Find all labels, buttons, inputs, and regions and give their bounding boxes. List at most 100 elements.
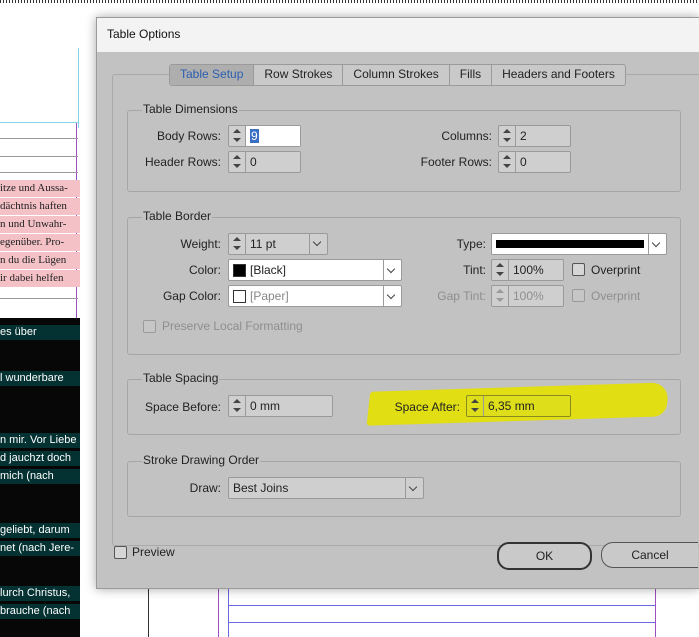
chevron-down-icon[interactable] [383,260,401,280]
space-before-stepper[interactable]: 0 mm [228,395,333,417]
header-rows-stepper[interactable]: 0 [228,151,301,173]
draw-value: Best Joins [233,481,289,495]
document-text: itze und Aussa- [0,182,68,194]
document-text: es über [0,325,80,340]
stepper-arrows-icon[interactable] [499,126,516,146]
footer-rows-value[interactable]: 0 [516,152,570,172]
space-after-stepper[interactable]: 6,35 mm [466,395,571,417]
columns-stepper[interactable]: 2 [498,125,571,147]
color-dropdown[interactable]: [Black] [228,259,402,281]
cancel-button[interactable]: Cancel [601,542,698,568]
stepper-arrows-icon[interactable] [492,260,509,280]
document-text: geliebt, darum [0,523,80,538]
stepper-arrows-icon[interactable] [492,286,509,306]
table-rule [0,138,78,139]
document-text: l wunderbare [0,371,80,386]
stepper-arrows-icon[interactable] [229,152,246,172]
group-legend: Table Spacing [142,371,220,385]
gap-overprint-checkbox[interactable] [572,289,585,302]
chevron-down-icon[interactable] [648,234,666,254]
tint-value[interactable]: 100% [509,260,563,280]
gap-overprint-label: Overprint [591,289,641,303]
table-rule [228,622,655,623]
body-rows-label: Body Rows: [156,129,221,143]
color-value: [Black] [250,263,287,277]
gap-color-swatch [233,289,246,303]
space-before-value[interactable]: 0 mm [246,396,332,416]
tint-stepper[interactable]: 100% [491,259,564,281]
document-text: egenüber. Pro- [0,236,65,248]
group-legend: Table Dimensions [142,102,239,116]
body-rows-value: 9 [250,129,259,143]
document-page-bottom [96,585,699,637]
type-label: Type: [456,237,486,251]
gap-tint-stepper[interactable]: 100% [491,285,564,307]
columns-value[interactable]: 2 [516,126,570,146]
type-dropdown[interactable] [491,233,667,255]
document-text: ir dabei helfen [0,272,64,284]
header-rows-label: Header Rows: [144,155,221,169]
document-text: dächtnis haften [0,200,67,212]
stepper-arrows-icon[interactable] [229,234,246,254]
chevron-down-icon[interactable] [309,234,327,254]
tint-label: Tint: [463,263,486,277]
tab-headers-and-footers[interactable]: Headers and Footers [491,65,625,85]
space-after-label: Space After: [394,400,460,414]
overprint-checkbox[interactable] [572,263,585,276]
body-rows-stepper[interactable]: 9 [228,125,301,147]
table-rule [0,172,78,173]
chevron-down-icon[interactable] [405,478,423,498]
document-text: mich (nach [0,469,80,484]
tab-fills[interactable]: Fills [448,65,491,85]
columns-label: Columns: [441,129,492,143]
margin-guide [655,585,656,637]
document-text: n und Unwahr- [0,218,67,230]
page-edge [148,585,149,637]
table-options-dialog: Table Options Table Setup Row Strokes Co… [96,17,699,589]
gap-tint-label: Gap Tint: [437,289,486,303]
footer-rows-stepper[interactable]: 0 [498,151,571,173]
group-legend: Table Border [142,209,213,223]
footer-rows-label: Footer Rows: [420,155,492,169]
stepper-arrows-icon[interactable] [229,126,246,146]
tab-row-strokes[interactable]: Row Strokes [253,65,342,85]
document-text: lurch Christus, [0,586,80,601]
guide-line [0,122,78,123]
dialog-title: Table Options [107,27,181,41]
weight-label: Weight: [180,237,221,251]
header-rows-value[interactable]: 0 [246,152,300,172]
gap-color-value: [Paper] [250,289,289,303]
overprint-label: Overprint [591,263,641,277]
document-text: net (nach Jere- [0,541,80,556]
weight-stepper[interactable]: 11 pt [228,233,328,255]
stepper-arrows-icon[interactable] [499,152,516,172]
solid-line-swatch [496,240,644,248]
space-after-value[interactable]: 6,35 mm [484,396,570,416]
weight-value[interactable]: 11 pt [246,234,309,254]
document-text: n mir. Vor Liebe [0,433,80,448]
table-rule [228,605,655,606]
space-before-label: Space Before: [144,400,221,414]
body-rows-field[interactable]: 9 [246,126,300,146]
group-legend: Stroke Drawing Order [142,453,261,467]
tab-table-setup[interactable]: Table Setup [170,65,254,85]
draw-label: Draw: [189,481,221,495]
column-guide [228,585,229,637]
gap-tint-value[interactable]: 100% [509,286,563,306]
preserve-formatting-label: Preserve Local Formatting [162,319,303,333]
draw-dropdown[interactable]: Best Joins [228,477,424,499]
stepper-arrows-icon[interactable] [229,396,246,416]
table-dimensions-group: Table Dimensions [127,102,681,192]
gap-color-label: Gap Color: [162,289,221,303]
preserve-formatting-checkbox[interactable] [143,320,156,333]
ok-button[interactable]: OK [497,542,592,570]
preview-label: Preview [132,545,175,559]
tab-column-strokes[interactable]: Column Strokes [342,65,448,85]
stepper-arrows-icon[interactable] [467,396,484,416]
dialog-titlebar[interactable]: Table Options [97,18,699,52]
gap-color-dropdown[interactable]: [Paper] [228,285,402,307]
chevron-down-icon[interactable] [383,286,401,306]
margin-guide [218,585,219,637]
document-text: brauche (nach [0,604,80,619]
preview-checkbox[interactable] [114,546,127,559]
